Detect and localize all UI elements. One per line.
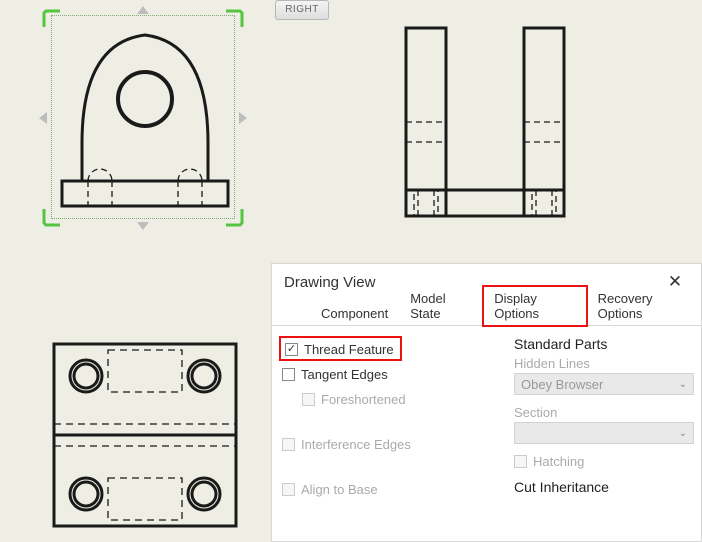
hatching-label: Hatching <box>533 454 584 469</box>
tangent-edges-label: Tangent Edges <box>301 367 388 382</box>
tab-component[interactable]: Component <box>310 301 399 326</box>
tab-display-options[interactable]: Display Options <box>483 286 586 326</box>
hidden-lines-combo: Obey Browser ⌄ <box>514 373 694 395</box>
standard-parts-heading: Standard Parts <box>514 336 694 352</box>
resize-handle-top[interactable] <box>137 6 149 14</box>
resize-handle-bottom[interactable] <box>137 222 149 230</box>
thread-feature-highlight: Thread Feature <box>279 336 402 361</box>
viewcube-right-face[interactable]: RIGHT <box>275 0 329 20</box>
side-view-drawing <box>400 22 600 222</box>
thread-feature-checkbox[interactable] <box>285 343 298 356</box>
tangent-edges-checkbox[interactable] <box>282 368 295 381</box>
tab-model-state[interactable]: Model State <box>399 286 483 326</box>
drawing-view-dialog: Drawing View ✕ Component Model State Dis… <box>271 263 702 542</box>
thread-feature-label: Thread Feature <box>304 342 394 357</box>
interference-edges-label: Interference Edges <box>301 437 411 452</box>
hidden-lines-value: Obey Browser <box>521 377 603 392</box>
section-combo: ⌄ <box>514 422 694 444</box>
hatching-checkbox <box>514 455 527 468</box>
top-view-drawing <box>50 340 240 535</box>
selection-corner-tl <box>42 9 62 29</box>
front-view-drawing <box>60 23 230 218</box>
tab-recovery-options[interactable]: Recovery Options <box>587 286 701 326</box>
resize-handle-right[interactable] <box>239 112 247 124</box>
hidden-lines-label: Hidden Lines <box>514 356 694 371</box>
viewcube-right-label: RIGHT <box>285 4 319 15</box>
chevron-down-icon: ⌄ <box>679 428 687 439</box>
dialog-tabstrip: Component Model State Display Options Re… <box>272 300 701 326</box>
front-view-selected[interactable] <box>42 9 244 227</box>
foreshortened-label: Foreshortened <box>321 392 406 407</box>
align-to-base-label: Align to Base <box>301 482 378 497</box>
align-to-base-checkbox <box>282 483 295 496</box>
display-options-panel: Thread Feature Tangent Edges Foreshorten… <box>272 326 701 507</box>
section-label: Section <box>514 405 694 420</box>
selection-corner-bl <box>42 207 62 227</box>
cut-inheritance-heading: Cut Inheritance <box>514 479 694 495</box>
foreshortened-checkbox <box>302 393 315 406</box>
interference-edges-checkbox <box>282 438 295 451</box>
chevron-down-icon: ⌄ <box>679 379 687 390</box>
resize-handle-left[interactable] <box>39 112 47 124</box>
